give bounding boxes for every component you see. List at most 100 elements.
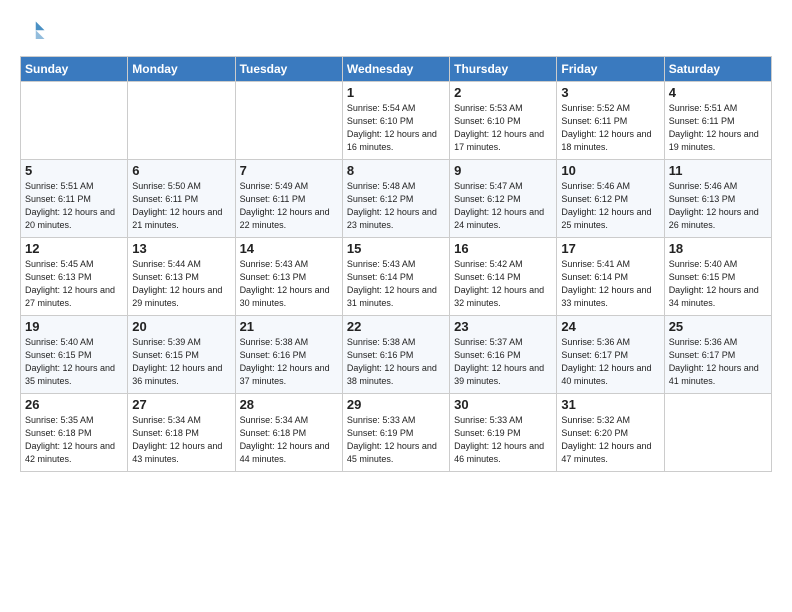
- day-cell: 26 Sunrise: 5:35 AM Sunset: 6:18 PM Dayli…: [21, 394, 128, 472]
- day-number: 5: [25, 163, 123, 178]
- weekday-monday: Monday: [128, 57, 235, 82]
- day-cell: [128, 82, 235, 160]
- day-number: 14: [240, 241, 338, 256]
- weekday-saturday: Saturday: [664, 57, 771, 82]
- day-cell: 8Sunrise: 5:48 AM Sunset: 6:12 PM Daylig…: [342, 160, 449, 238]
- day-number: 9: [454, 163, 552, 178]
- day-info: Sunrise: 5:53 AM Sunset: 6:10 PM Dayligh…: [454, 102, 552, 154]
- calendar-table: SundayMondayTuesdayWednesdayThursdayFrid…: [20, 56, 772, 472]
- day-number: 27: [132, 397, 230, 412]
- day-number: 29: [347, 397, 445, 412]
- day-cell: 12Sunrise: 5:45 AM Sunset: 6:13 PM Dayli…: [21, 238, 128, 316]
- week-row-5: 26 Sunrise: 5:35 AM Sunset: 6:18 PM Dayli…: [21, 394, 772, 472]
- day-number: 2: [454, 85, 552, 100]
- day-number: 4: [669, 85, 767, 100]
- weekday-header-row: SundayMondayTuesdayWednesdayThursdayFrid…: [21, 57, 772, 82]
- day-info: Sunrise: 5:46 AM Sunset: 6:12 PM Dayligh…: [561, 180, 659, 232]
- week-row-4: 19 Sunrise: 5:40 AM Sunset: 6:15 PM Dayli…: [21, 316, 772, 394]
- day-cell: 17 Sunrise: 5:41 AM Sunset: 6:14 PM Dayli…: [557, 238, 664, 316]
- day-number: 10: [561, 163, 659, 178]
- day-number: 13: [132, 241, 230, 256]
- day-info: Sunrise: 5:34 AM Sunset: 6:18 PM Dayligh…: [240, 414, 338, 466]
- day-number: 26: [25, 397, 123, 412]
- day-cell: 6 Sunrise: 5:50 AM Sunset: 6:11 PM Daylig…: [128, 160, 235, 238]
- day-cell: 30 Sunrise: 5:33 AM Sunset: 6:19 PM Dayli…: [450, 394, 557, 472]
- day-number: 3: [561, 85, 659, 100]
- day-info: Sunrise: 5:42 AM Sunset: 6:14 PM Dayligh…: [454, 258, 552, 310]
- day-info: Sunrise: 5:50 AM Sunset: 6:11 PM Dayligh…: [132, 180, 230, 232]
- day-info: Sunrise: 5:43 AM Sunset: 6:13 PM Dayligh…: [240, 258, 338, 310]
- day-info: Sunrise: 5:51 AM Sunset: 6:11 PM Dayligh…: [25, 180, 123, 232]
- day-info: Sunrise: 5:38 AM Sunset: 6:16 PM Dayligh…: [347, 336, 445, 388]
- day-info: Sunrise: 5:40 AM Sunset: 6:15 PM Dayligh…: [25, 336, 123, 388]
- day-info: Sunrise: 5:33 AM Sunset: 6:19 PM Dayligh…: [347, 414, 445, 466]
- day-cell: 13 Sunrise: 5:44 AM Sunset: 6:13 PM Dayli…: [128, 238, 235, 316]
- day-cell: 18Sunrise: 5:40 AM Sunset: 6:15 PM Dayli…: [664, 238, 771, 316]
- day-cell: 27 Sunrise: 5:34 AM Sunset: 6:18 PM Dayli…: [128, 394, 235, 472]
- day-info: Sunrise: 5:36 AM Sunset: 6:17 PM Dayligh…: [669, 336, 767, 388]
- day-number: 21: [240, 319, 338, 334]
- day-info: Sunrise: 5:48 AM Sunset: 6:12 PM Dayligh…: [347, 180, 445, 232]
- day-cell: [235, 82, 342, 160]
- weekday-friday: Friday: [557, 57, 664, 82]
- day-cell: 10 Sunrise: 5:46 AM Sunset: 6:12 PM Dayli…: [557, 160, 664, 238]
- day-number: 31: [561, 397, 659, 412]
- day-cell: 31 Sunrise: 5:32 AM Sunset: 6:20 PM Dayli…: [557, 394, 664, 472]
- day-number: 28: [240, 397, 338, 412]
- day-cell: 7 Sunrise: 5:49 AM Sunset: 6:11 PM Daylig…: [235, 160, 342, 238]
- day-cell: 16 Sunrise: 5:42 AM Sunset: 6:14 PM Dayli…: [450, 238, 557, 316]
- day-number: 20: [132, 319, 230, 334]
- weekday-sunday: Sunday: [21, 57, 128, 82]
- day-info: Sunrise: 5:54 AM Sunset: 6:10 PM Dayligh…: [347, 102, 445, 154]
- day-info: Sunrise: 5:47 AM Sunset: 6:12 PM Dayligh…: [454, 180, 552, 232]
- week-row-1: 1 Sunrise: 5:54 AM Sunset: 6:10 PM Daylig…: [21, 82, 772, 160]
- day-number: 25: [669, 319, 767, 334]
- day-cell: 19 Sunrise: 5:40 AM Sunset: 6:15 PM Dayli…: [21, 316, 128, 394]
- day-number: 17: [561, 241, 659, 256]
- day-cell: 24Sunrise: 5:36 AM Sunset: 6:17 PM Dayli…: [557, 316, 664, 394]
- day-info: Sunrise: 5:52 AM Sunset: 6:11 PM Dayligh…: [561, 102, 659, 154]
- day-info: Sunrise: 5:35 AM Sunset: 6:18 PM Dayligh…: [25, 414, 123, 466]
- page: SundayMondayTuesdayWednesdayThursdayFrid…: [0, 0, 792, 612]
- day-cell: 15 Sunrise: 5:43 AM Sunset: 6:14 PM Dayli…: [342, 238, 449, 316]
- day-cell: 28 Sunrise: 5:34 AM Sunset: 6:18 PM Dayli…: [235, 394, 342, 472]
- day-number: 23: [454, 319, 552, 334]
- day-info: Sunrise: 5:45 AM Sunset: 6:13 PM Dayligh…: [25, 258, 123, 310]
- day-cell: 21 Sunrise: 5:38 AM Sunset: 6:16 PM Dayli…: [235, 316, 342, 394]
- day-info: Sunrise: 5:32 AM Sunset: 6:20 PM Dayligh…: [561, 414, 659, 466]
- day-info: Sunrise: 5:43 AM Sunset: 6:14 PM Dayligh…: [347, 258, 445, 310]
- header: [20, 18, 772, 46]
- week-row-2: 5 Sunrise: 5:51 AM Sunset: 6:11 PM Daylig…: [21, 160, 772, 238]
- weekday-thursday: Thursday: [450, 57, 557, 82]
- day-number: 7: [240, 163, 338, 178]
- day-info: Sunrise: 5:33 AM Sunset: 6:19 PM Dayligh…: [454, 414, 552, 466]
- logo: [20, 18, 52, 46]
- day-cell: 2 Sunrise: 5:53 AM Sunset: 6:10 PM Daylig…: [450, 82, 557, 160]
- day-info: Sunrise: 5:49 AM Sunset: 6:11 PM Dayligh…: [240, 180, 338, 232]
- day-cell: 29 Sunrise: 5:33 AM Sunset: 6:19 PM Dayli…: [342, 394, 449, 472]
- day-number: 15: [347, 241, 445, 256]
- weekday-wednesday: Wednesday: [342, 57, 449, 82]
- day-info: Sunrise: 5:46 AM Sunset: 6:13 PM Dayligh…: [669, 180, 767, 232]
- day-cell: 25 Sunrise: 5:36 AM Sunset: 6:17 PM Dayli…: [664, 316, 771, 394]
- day-info: Sunrise: 5:41 AM Sunset: 6:14 PM Dayligh…: [561, 258, 659, 310]
- day-info: Sunrise: 5:38 AM Sunset: 6:16 PM Dayligh…: [240, 336, 338, 388]
- day-number: 11: [669, 163, 767, 178]
- day-info: Sunrise: 5:51 AM Sunset: 6:11 PM Dayligh…: [669, 102, 767, 154]
- day-info: Sunrise: 5:34 AM Sunset: 6:18 PM Dayligh…: [132, 414, 230, 466]
- day-cell: 5 Sunrise: 5:51 AM Sunset: 6:11 PM Daylig…: [21, 160, 128, 238]
- day-cell: 1 Sunrise: 5:54 AM Sunset: 6:10 PM Daylig…: [342, 82, 449, 160]
- day-cell: [664, 394, 771, 472]
- day-info: Sunrise: 5:39 AM Sunset: 6:15 PM Dayligh…: [132, 336, 230, 388]
- weekday-tuesday: Tuesday: [235, 57, 342, 82]
- day-number: 1: [347, 85, 445, 100]
- day-cell: 22Sunrise: 5:38 AM Sunset: 6:16 PM Dayli…: [342, 316, 449, 394]
- day-number: 30: [454, 397, 552, 412]
- day-info: Sunrise: 5:44 AM Sunset: 6:13 PM Dayligh…: [132, 258, 230, 310]
- logo-icon: [20, 18, 48, 46]
- day-number: 6: [132, 163, 230, 178]
- day-info: Sunrise: 5:37 AM Sunset: 6:16 PM Dayligh…: [454, 336, 552, 388]
- day-cell: 14 Sunrise: 5:43 AM Sunset: 6:13 PM Dayli…: [235, 238, 342, 316]
- day-number: 19: [25, 319, 123, 334]
- day-number: 16: [454, 241, 552, 256]
